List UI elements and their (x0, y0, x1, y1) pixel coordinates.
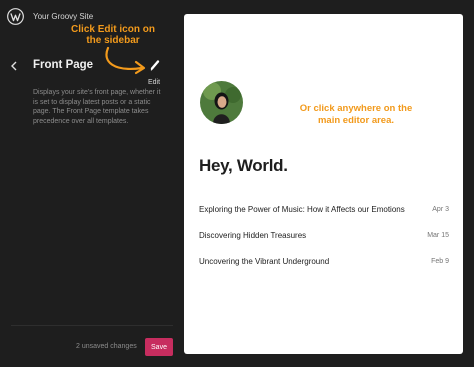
edit-label: Edit (148, 79, 161, 86)
chevron-left-icon[interactable] (9, 60, 19, 72)
post-title[interactable]: Exploring the Power of Music: How it Aff… (199, 205, 405, 214)
annotation-arrow (105, 46, 146, 75)
annotation-edit-hint: Click Edit icon on the sidebar (71, 24, 155, 46)
post-list-item[interactable]: Discovering Hidden Treasures Mar 15 (199, 231, 449, 243)
avatar (200, 81, 243, 124)
post-title[interactable]: Uncovering the Vibrant Underground (199, 257, 329, 266)
post-list-item[interactable]: Exploring the Power of Music: How it Aff… (199, 205, 449, 217)
post-date: Mar 15 (427, 232, 449, 239)
post-title[interactable]: Discovering Hidden Treasures (199, 231, 306, 240)
annotation-canvas-hint: Or click anywhere on the main editor are… (299, 103, 413, 126)
post-date: Apr 3 (432, 206, 449, 213)
template-description: Displays your site's front page, whether… (33, 89, 161, 125)
footer-divider (11, 325, 173, 326)
post-date: Feb 9 (431, 258, 449, 265)
page-heading: Hey, World. (199, 156, 288, 175)
save-button[interactable]: Save (145, 338, 173, 356)
wordpress-logo[interactable] (7, 8, 24, 25)
post-list-item[interactable]: Uncovering the Vibrant Underground Feb 9 (199, 257, 449, 269)
unsaved-changes-text[interactable]: 2 unsaved changes (76, 343, 137, 350)
site-name[interactable]: Your Groovy Site (33, 12, 93, 21)
page-title: Front Page (33, 59, 94, 71)
editor-canvas[interactable]: Hey, World. Exploring the Power of Music… (184, 14, 463, 354)
